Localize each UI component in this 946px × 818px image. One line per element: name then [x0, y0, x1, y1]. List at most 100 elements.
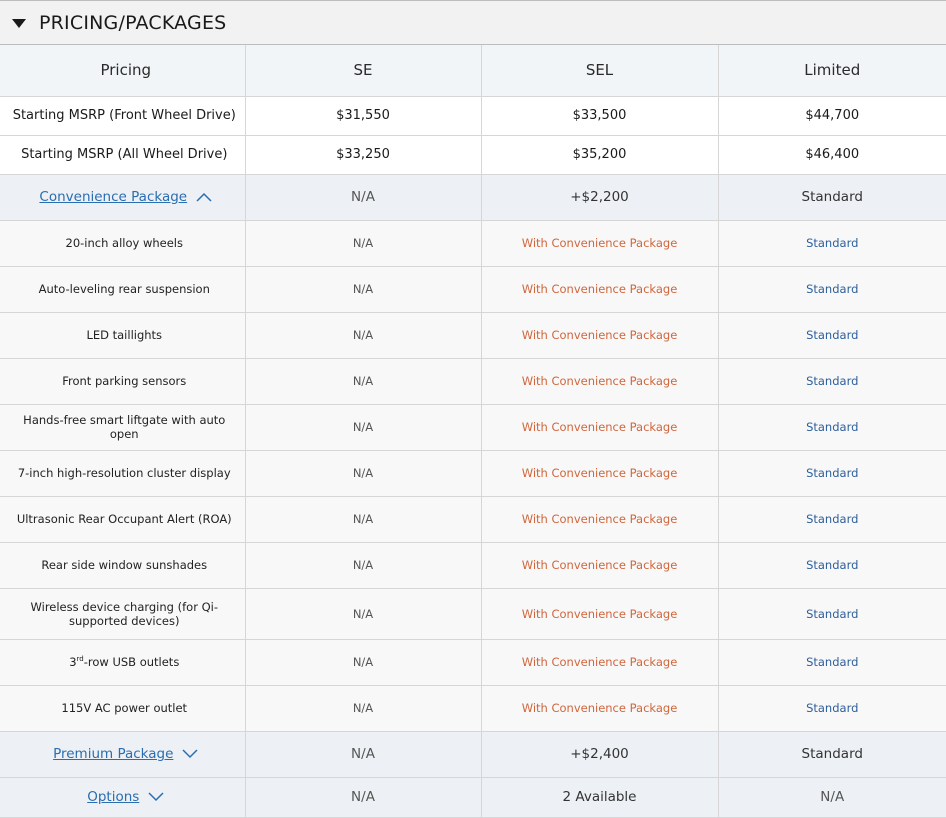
feature-label: 115V AC power outlet — [0, 685, 246, 732]
pricing-table: Pricing SE SEL Limited Starting MSRP (Fr… — [0, 45, 946, 818]
premium-limited: Standard — [718, 731, 946, 778]
convenience-package-row: Convenience Package N/A +$2,200 Standard — [0, 174, 946, 221]
feature-row: Auto-leveling rear suspension N/A With C… — [0, 266, 946, 313]
section-title: PRICING/PACKAGES — [39, 11, 227, 34]
table-header-row: Pricing SE SEL Limited — [0, 45, 946, 97]
feature-label: Front parking sensors — [0, 358, 246, 405]
chevron-up-icon[interactable] — [196, 192, 212, 202]
convenience-sel: +$2,200 — [481, 174, 719, 221]
feature-se: N/A — [245, 639, 482, 686]
feature-row: 7-inch high-resolution cluster display N… — [0, 450, 946, 497]
feature-limited: Standard — [718, 358, 946, 405]
options-cell: Options — [0, 777, 246, 818]
feature-sel: With Convenience Package — [481, 220, 719, 267]
feature-label: Hands-free smart liftgate with auto open — [0, 404, 246, 451]
convenience-package-label: Convenience Package — [39, 189, 188, 205]
header-sel: SEL — [481, 45, 719, 97]
feature-limited: Standard — [718, 542, 946, 589]
price-se: $31,550 — [245, 96, 482, 136]
feature-limited: Standard — [718, 588, 946, 640]
feature-sel: With Convenience Package — [481, 685, 719, 732]
price-se: $33,250 — [245, 135, 482, 175]
feature-row: Wireless device charging (for Qi-support… — [0, 588, 946, 640]
convenience-se: N/A — [245, 174, 482, 221]
feature-label-suffix: -row USB outlets — [83, 655, 180, 669]
row-label: Starting MSRP (All Wheel Drive) — [0, 135, 246, 175]
feature-se: N/A — [245, 266, 482, 313]
feature-limited: Standard — [718, 450, 946, 497]
options-sel: 2 Available — [481, 777, 719, 818]
chevron-down-icon[interactable] — [148, 792, 164, 802]
options-label: Options — [87, 789, 140, 805]
price-sel: $35,200 — [481, 135, 719, 175]
options-limited: N/A — [718, 777, 946, 818]
options-se: N/A — [245, 777, 482, 818]
feature-se: N/A — [245, 312, 482, 359]
price-limited: $44,700 — [718, 96, 946, 136]
feature-row: Hands-free smart liftgate with auto open… — [0, 404, 946, 451]
feature-sel: With Convenience Package — [481, 404, 719, 451]
premium-package-cell: Premium Package — [0, 731, 246, 778]
feature-limited: Standard — [718, 312, 946, 359]
feature-label: Wireless device charging (for Qi-support… — [0, 588, 246, 640]
feature-label-prefix: 3 — [69, 655, 77, 669]
feature-se: N/A — [245, 404, 482, 451]
premium-se: N/A — [245, 731, 482, 778]
feature-row: Front parking sensors N/A With Convenien… — [0, 358, 946, 405]
feature-limited: Standard — [718, 639, 946, 686]
premium-sel: +$2,400 — [481, 731, 719, 778]
feature-label: LED taillights — [0, 312, 246, 359]
feature-sel: With Convenience Package — [481, 639, 719, 686]
convenience-package-cell: Convenience Package — [0, 174, 246, 221]
table-row: Starting MSRP (All Wheel Drive) $33,250 … — [0, 135, 946, 175]
feature-label: 20-inch alloy wheels — [0, 220, 246, 267]
feature-label: Rear side window sunshades — [0, 542, 246, 589]
feature-se: N/A — [245, 450, 482, 497]
feature-se: N/A — [245, 358, 482, 405]
feature-limited: Standard — [718, 266, 946, 313]
row-label: Starting MSRP (Front Wheel Drive) — [0, 96, 246, 136]
price-sel: $33,500 — [481, 96, 719, 136]
feature-se: N/A — [245, 542, 482, 589]
feature-sel: With Convenience Package — [481, 312, 719, 359]
feature-label: 7-inch high-resolution cluster display — [0, 450, 246, 497]
feature-limited: Standard — [718, 220, 946, 267]
table-row: Starting MSRP (Front Wheel Drive) $31,55… — [0, 96, 946, 136]
feature-sel: With Convenience Package — [481, 542, 719, 589]
options-row: Options N/A 2 Available N/A — [0, 777, 946, 818]
feature-label: 3rd-row USB outlets — [0, 639, 246, 686]
premium-package-row: Premium Package N/A +$2,400 Standard — [0, 731, 946, 778]
feature-row: Ultrasonic Rear Occupant Alert (ROA) N/A… — [0, 496, 946, 543]
feature-sel: With Convenience Package — [481, 266, 719, 313]
feature-limited: Standard — [718, 404, 946, 451]
feature-sel: With Convenience Package — [481, 588, 719, 640]
convenience-limited: Standard — [718, 174, 946, 221]
premium-package-link[interactable]: Premium Package — [53, 746, 198, 762]
feature-row: LED taillights N/A With Convenience Pack… — [0, 312, 946, 359]
premium-package-label: Premium Package — [53, 746, 174, 762]
feature-row: 115V AC power outlet N/A With Convenienc… — [0, 685, 946, 732]
feature-limited: Standard — [718, 685, 946, 732]
feature-se: N/A — [245, 220, 482, 267]
header-pricing: Pricing — [0, 45, 246, 97]
feature-sel: With Convenience Package — [481, 358, 719, 405]
feature-sel: With Convenience Package — [481, 450, 719, 497]
options-link[interactable]: Options — [87, 789, 164, 805]
feature-label: Ultrasonic Rear Occupant Alert (ROA) — [0, 496, 246, 543]
feature-se: N/A — [245, 588, 482, 640]
feature-se: N/A — [245, 496, 482, 543]
feature-row: Rear side window sunshades N/A With Conv… — [0, 542, 946, 589]
section-header-pricing-packages[interactable]: PRICING/PACKAGES — [0, 0, 946, 45]
feature-se: N/A — [245, 685, 482, 732]
convenience-package-link[interactable]: Convenience Package — [39, 189, 212, 205]
header-se: SE — [245, 45, 482, 97]
price-limited: $46,400 — [718, 135, 946, 175]
caret-down-icon[interactable] — [12, 19, 26, 28]
chevron-down-icon[interactable] — [182, 749, 198, 759]
feature-sel: With Convenience Package — [481, 496, 719, 543]
feature-label-sup: rd — [76, 655, 84, 664]
header-limited: Limited — [718, 45, 946, 97]
feature-limited: Standard — [718, 496, 946, 543]
feature-row: 3rd-row USB outlets N/A With Convenience… — [0, 639, 946, 686]
feature-label: Auto-leveling rear suspension — [0, 266, 246, 313]
